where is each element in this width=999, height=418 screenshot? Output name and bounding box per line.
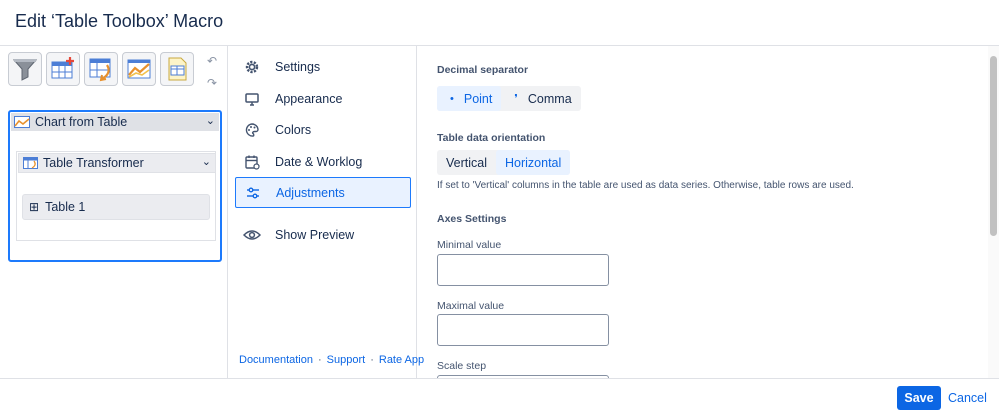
table-1-node[interactable]: ⊞ Table 1	[22, 194, 210, 220]
comma-symbol-icon: ❜	[514, 93, 518, 105]
table-transformer-node[interactable]: Table Transformer ⌄	[18, 153, 216, 173]
maximal-value-input[interactable]	[437, 314, 609, 346]
axes-settings-label: Axes Settings	[437, 213, 507, 225]
redo-icon[interactable]: ↷	[207, 76, 221, 98]
adjustments-panel: Decimal separator • Point ❜ Comma Table …	[418, 46, 988, 378]
decimal-separator-toggle: • Point ❜ Comma	[437, 86, 581, 111]
left-panel: ↶ ↷ Chart from Table ⌄ Table Transformer…	[0, 46, 228, 378]
table-transform-tool-button[interactable]	[84, 52, 118, 86]
document-tool-button[interactable]	[160, 52, 194, 86]
nav-item-appearance[interactable]: Appearance	[235, 83, 411, 114]
nav-label: Colors	[275, 122, 312, 137]
scale-step-label: Scale step	[437, 360, 487, 372]
undo-icon[interactable]: ↶	[207, 54, 221, 76]
table-add-icon	[51, 57, 74, 79]
node-label: Table 1	[45, 200, 86, 214]
macro-toolbar	[8, 52, 194, 86]
chart-icon	[127, 59, 151, 79]
decimal-separator-label: Decimal separator	[437, 64, 529, 76]
gear-icon	[243, 59, 261, 75]
footer-divider	[0, 378, 999, 379]
table-icon: ⊞	[29, 200, 40, 214]
palette-icon	[243, 122, 261, 138]
nav-item-adjustments[interactable]: Adjustments	[235, 177, 411, 208]
calendar-icon	[243, 154, 261, 170]
option-label: Comma	[527, 91, 572, 106]
table-transform-icon	[23, 157, 38, 169]
minimal-value-input[interactable]	[437, 254, 609, 286]
documentation-link[interactable]: Documentation	[239, 354, 313, 366]
filter-tool-button[interactable]	[8, 52, 42, 86]
option-label: Point	[463, 91, 493, 106]
node-label: Table Transformer	[43, 156, 144, 170]
save-button[interactable]: Save	[897, 386, 941, 410]
node-label: Chart from Table	[35, 115, 128, 129]
nav-item-date-worklog[interactable]: Date & Worklog	[235, 146, 411, 177]
cancel-button[interactable]: Cancel	[948, 386, 987, 410]
footer-links: Documentation · Support · Rate App	[239, 354, 425, 366]
nav-label: Adjustments	[276, 185, 345, 200]
orientation-label: Table data orientation	[437, 132, 546, 144]
orientation-toggle: Vertical Horizontal	[437, 150, 571, 175]
content-scrollbar[interactable]	[988, 46, 999, 378]
eye-icon	[243, 228, 261, 242]
chart-from-table-node[interactable]: Chart from Table ⌄	[11, 113, 219, 131]
decimal-comma-option[interactable]: ❜ Comma	[501, 86, 580, 111]
nav-label: Appearance	[275, 91, 343, 106]
maximal-value-label: Maximal value	[437, 300, 505, 312]
dialog-title: Edit ‘Table Toolbox’ Macro	[15, 11, 224, 31]
vertical-option[interactable]: Vertical	[437, 150, 496, 175]
nav-item-colors[interactable]: Colors	[235, 114, 411, 145]
document-icon	[168, 57, 187, 81]
table-add-tool-button[interactable]	[46, 52, 80, 86]
history-controls: ↶ ↷	[207, 54, 221, 98]
point-symbol-icon: •	[450, 92, 454, 105]
minimal-value-label: Minimal value	[437, 239, 502, 251]
chart-tool-button[interactable]	[122, 52, 156, 86]
nav-label: Date & Worklog	[275, 154, 363, 169]
support-link[interactable]: Support	[327, 354, 366, 366]
horizontal-option[interactable]: Horizontal	[496, 150, 571, 175]
decimal-point-option[interactable]: • Point	[437, 86, 502, 111]
nav-item-show-preview[interactable]: Show Preview	[235, 219, 411, 250]
chart-icon	[14, 116, 30, 128]
macro-tree: Chart from Table ⌄ Table Transformer ⌄ ⊞…	[8, 110, 222, 262]
monitor-icon	[243, 91, 261, 107]
nav-label: Settings	[275, 59, 321, 74]
nav-item-settings[interactable]: Settings	[235, 51, 411, 82]
orientation-hint: If set to 'Vertical' columns in the tabl…	[437, 180, 854, 191]
filter-icon	[12, 59, 38, 81]
chevron-down-icon[interactable]: ⌄	[206, 114, 215, 127]
sliders-icon	[244, 185, 262, 201]
chevron-down-icon[interactable]: ⌄	[202, 155, 211, 168]
nav-label: Show Preview	[275, 227, 355, 242]
scrollbar-thumb[interactable]	[990, 56, 997, 236]
table-transform-icon	[89, 58, 111, 82]
settings-nav: Settings Appearance Colors Date & Worklo…	[229, 46, 424, 378]
